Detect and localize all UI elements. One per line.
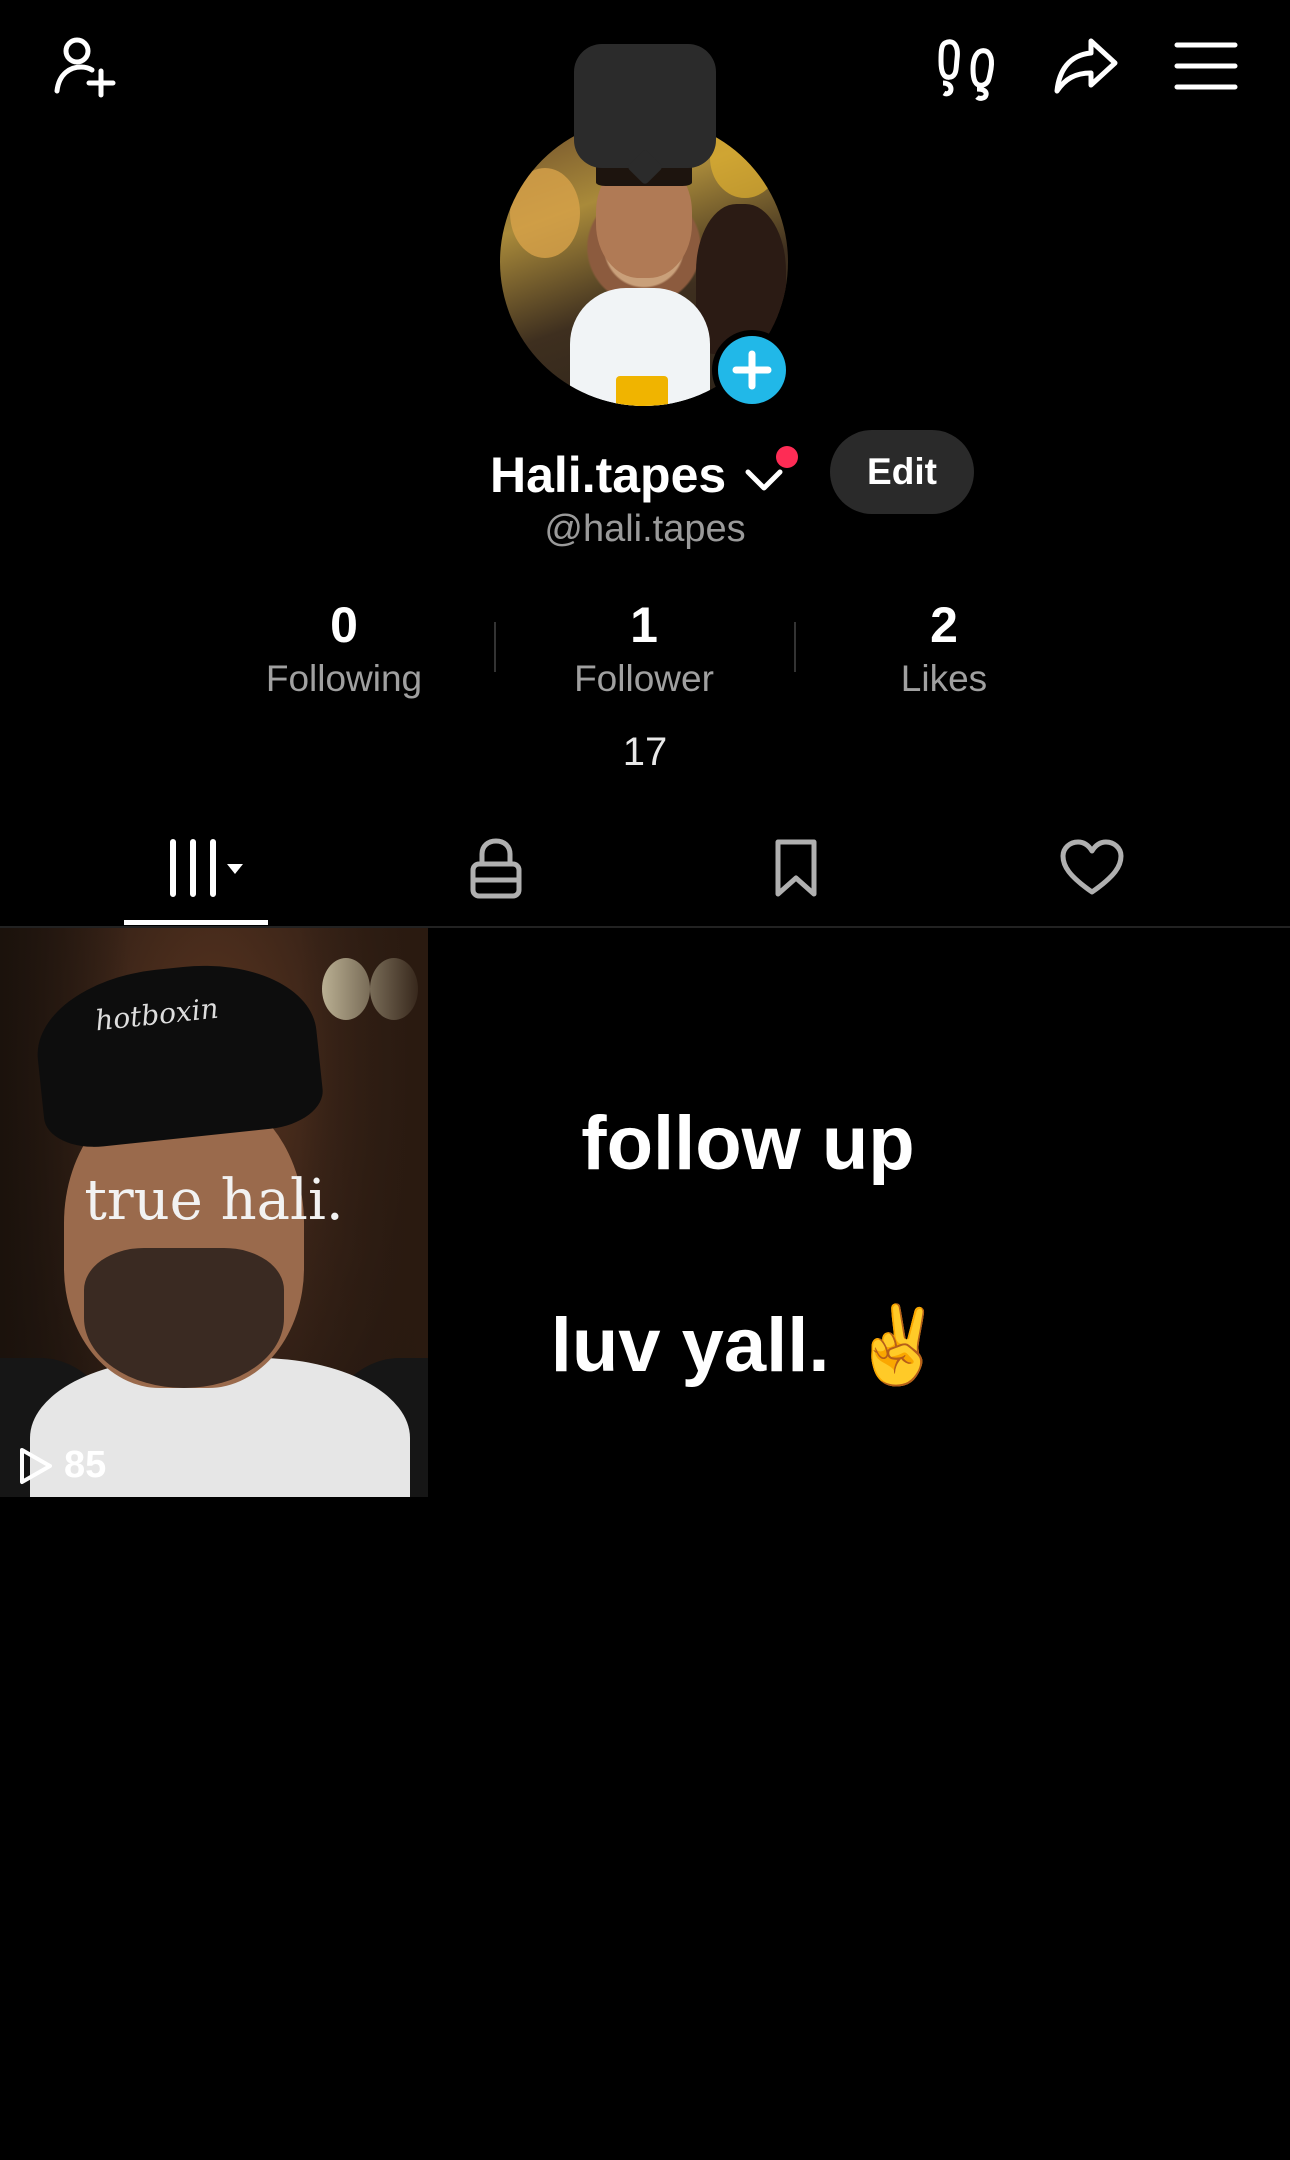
play-icon xyxy=(20,1447,52,1484)
username[interactable]: Hali.tapes xyxy=(490,440,726,510)
profile-name-row: Hali.tapes Edit xyxy=(0,430,1290,514)
notification-dot xyxy=(776,446,798,468)
add-avatar-button[interactable] xyxy=(712,330,792,410)
avatar-crowd xyxy=(510,168,580,258)
avatar-crowd xyxy=(710,118,780,198)
video-thumbnail[interactable]: hotboxin true hali. 85 xyxy=(0,928,428,1497)
stat-value: 0 xyxy=(330,597,358,653)
stat-followers[interactable]: 1 Follower xyxy=(494,596,794,704)
tab-liked[interactable] xyxy=(1022,826,1162,910)
tooltip-bubble xyxy=(574,44,716,168)
stat-following[interactable]: 0 Following xyxy=(194,596,494,704)
stat-value: 2 xyxy=(930,597,958,653)
heart-icon xyxy=(1060,839,1124,895)
videos-grid-icon xyxy=(170,839,243,897)
footprints-icon[interactable] xyxy=(930,30,1002,102)
add-friend-icon[interactable] xyxy=(48,30,120,102)
stat-value: 1 xyxy=(630,597,658,653)
stat-likes[interactable]: 2 Likes xyxy=(794,596,1094,704)
tab-private[interactable] xyxy=(426,826,566,910)
play-count-value: 85 xyxy=(64,1444,107,1486)
avatar-jersey xyxy=(570,288,710,406)
lock-icon xyxy=(470,838,522,899)
plus-icon xyxy=(732,350,772,390)
video-play-count: 85 xyxy=(16,1444,106,1487)
edit-profile-button[interactable]: Edit xyxy=(830,430,974,514)
share-icon[interactable] xyxy=(1050,30,1122,102)
text-post-line: follow up xyxy=(581,1101,915,1186)
stat-label: Following xyxy=(265,658,423,699)
video-caption: true hali. xyxy=(84,1168,344,1233)
bookmark-icon xyxy=(775,839,817,897)
menu-icon[interactable] xyxy=(1170,30,1242,102)
profile-bio: 17 xyxy=(622,730,668,774)
text-post-line: luv yall. ✌️ xyxy=(550,1303,946,1388)
thumb-beard xyxy=(84,1248,284,1388)
stat-label: Follower xyxy=(574,658,714,699)
profile-handle: @hali.tapes xyxy=(544,508,746,550)
tab-active-indicator xyxy=(124,920,268,925)
stat-label: Likes xyxy=(900,658,988,699)
tab-saved[interactable] xyxy=(726,826,866,910)
tab-videos[interactable] xyxy=(126,826,266,910)
